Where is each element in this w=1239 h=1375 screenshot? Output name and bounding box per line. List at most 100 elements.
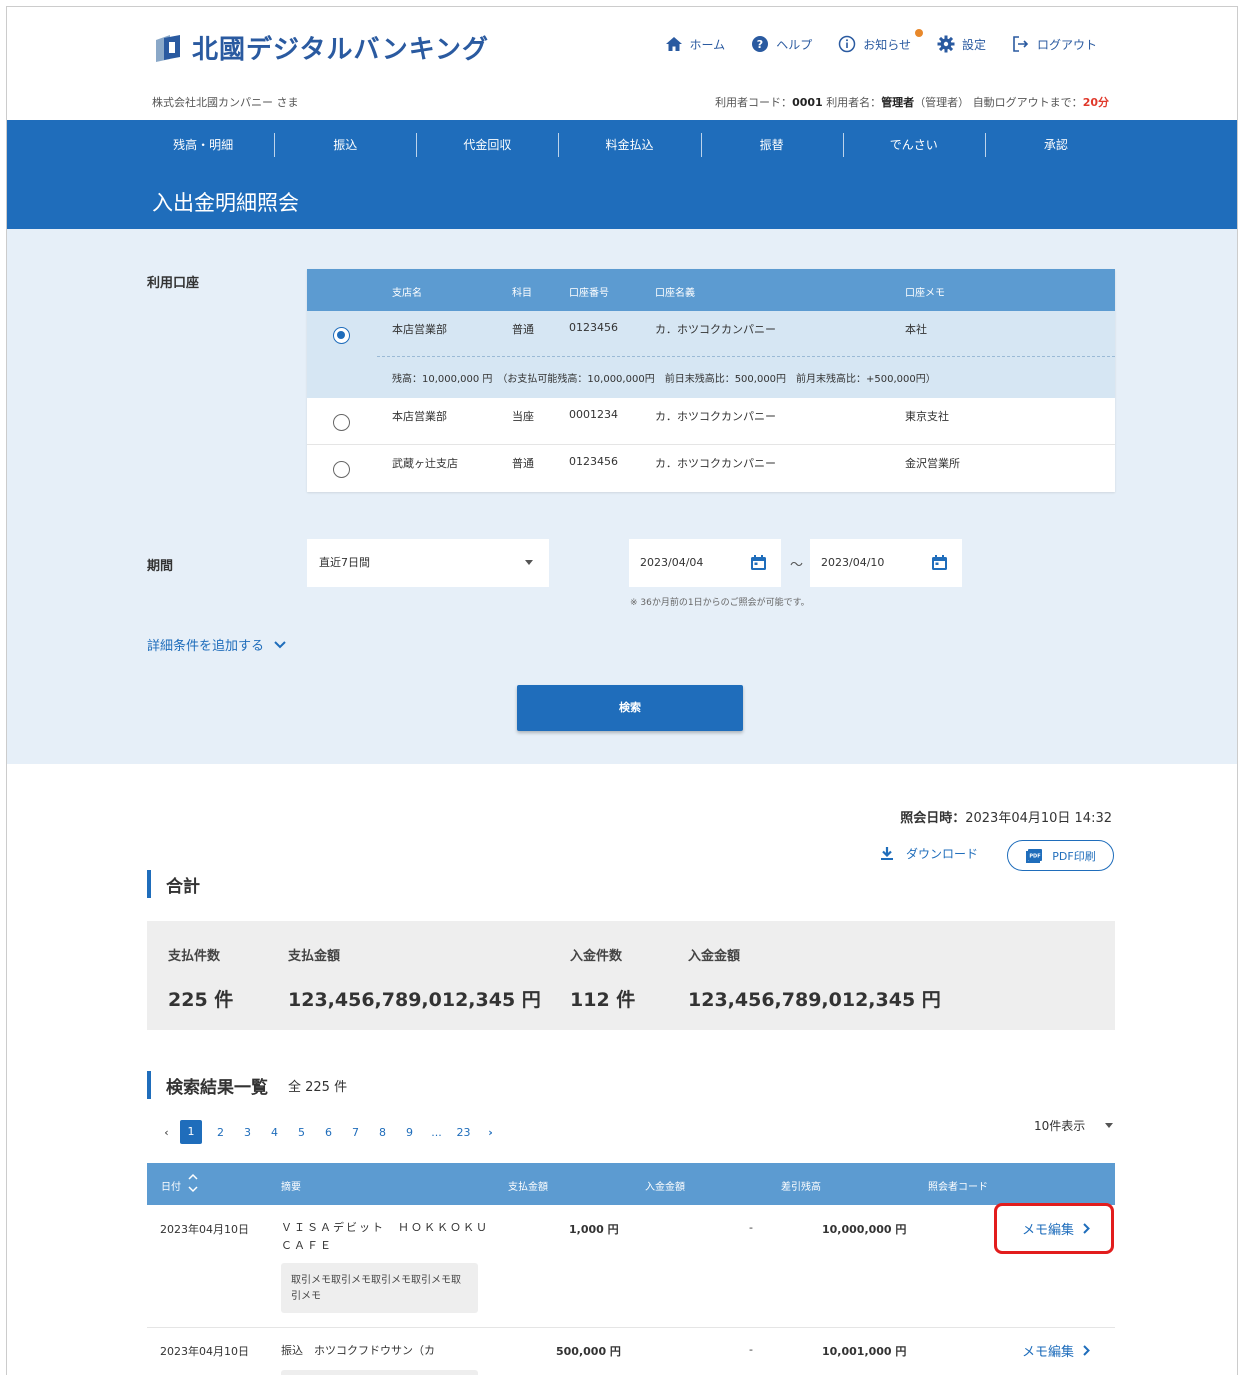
- add-detail-conditions-link[interactable]: 詳細条件を追加する: [147, 635, 286, 654]
- account-row[interactable]: 本店営業部 当座 0001234 カ．ホツコクカンパニー 東京支社: [307, 398, 1115, 445]
- highlight-frame: [994, 1203, 1114, 1254]
- per-page-select[interactable]: 10件表示: [1034, 1117, 1114, 1134]
- period-select-value: 直近7日間: [319, 556, 370, 569]
- account-branch: 武蔵ヶ辻支店: [392, 457, 458, 470]
- mainnav-transfer[interactable]: 振込: [274, 120, 416, 170]
- total-deposit-amount-label: 入金金額: [688, 949, 741, 964]
- account-row[interactable]: 武蔵ヶ辻支店 普通 0123456 カ．ホツコクカンパニー 金沢営業所: [307, 445, 1115, 492]
- chevron-down-icon: [525, 560, 533, 565]
- calendar-icon[interactable]: [750, 554, 767, 571]
- next-page-button[interactable]: ›: [477, 1126, 504, 1139]
- memo-edit-label: メモ編集: [1022, 1345, 1075, 1360]
- mainnav-payment[interactable]: 料金払込: [558, 120, 700, 170]
- account-radio[interactable]: [333, 461, 350, 478]
- page-5[interactable]: 5: [288, 1126, 315, 1139]
- download-link[interactable]: ダウンロード: [880, 845, 978, 862]
- search-form: 利用口座 支店名 科目 口座番号 口座名義 口座メモ 本店営業部 普通 0123…: [7, 229, 1237, 764]
- row-date: 2023年04月10日: [160, 1345, 249, 1358]
- logo[interactable]: 北國デジタルバンキング: [152, 29, 489, 66]
- account-memo: 本社: [905, 323, 927, 336]
- row-description: 振込 ホツコクフドウサン（カ: [281, 1344, 435, 1357]
- download-icon: [881, 847, 893, 860]
- company-name: 株式会社北國カンパニー さま: [152, 96, 299, 109]
- row-deposit: -: [749, 1343, 753, 1356]
- bank-logo-icon: [152, 32, 184, 64]
- account-row[interactable]: 本店営業部 普通 0123456 カ．ホツコクカンパニー 本社 残高：10,00…: [307, 311, 1115, 398]
- results-section-header: 検索結果一覧 全 225 件: [147, 1071, 347, 1099]
- account-radio[interactable]: [333, 327, 350, 344]
- page-frame: 北國デジタルバンキング ホーム ? ヘルプ お知らせ 設定 ログアウト 株式会社…: [6, 6, 1238, 1375]
- search-button[interactable]: 検索: [517, 685, 743, 731]
- chevron-down-icon: [1105, 1123, 1114, 1128]
- row-memo: 取引メモ取引メモ取引メモ取引メモ取引メモ: [281, 1263, 478, 1313]
- user-code: 0001: [792, 96, 823, 109]
- page-23[interactable]: 23: [450, 1126, 477, 1139]
- page-7[interactable]: 7: [342, 1126, 369, 1139]
- mainnav-collection[interactable]: 代金回収: [416, 120, 558, 170]
- mainnav-account-transfer[interactable]: 振替: [700, 120, 843, 170]
- account-number: 0001234: [569, 408, 618, 421]
- logout-icon: [1013, 36, 1029, 52]
- pdf-icon: PDF: [1026, 848, 1043, 863]
- info-icon: [838, 35, 856, 53]
- nav-help[interactable]: ? ヘルプ: [751, 35, 812, 53]
- pagination: ‹ 1 2 3 4 5 6 7 8 9 ... 23 ›: [153, 1120, 504, 1144]
- divider: [377, 356, 1115, 357]
- period-select[interactable]: 直近7日間: [307, 539, 549, 587]
- prev-page-button[interactable]: ‹: [153, 1126, 180, 1139]
- col-deposit: 入金金額: [645, 1182, 685, 1193]
- results-count: 全 225 件: [288, 1079, 348, 1095]
- account-type: 普通: [512, 323, 534, 336]
- user-role: （管理者）: [914, 96, 970, 109]
- total-deposit-count: 112 件: [570, 989, 636, 1011]
- pdf-print-button[interactable]: PDF PDF印刷: [1007, 840, 1114, 871]
- account-type: 当座: [512, 410, 534, 423]
- account-type: 普通: [512, 457, 534, 470]
- date-to-input[interactable]: 2023/04/10: [810, 539, 962, 587]
- mainnav-approval[interactable]: 承認: [984, 120, 1127, 170]
- table-row[interactable]: 2023年04月10日 振込 ホツコクフドウサン（カ 500,000 円 - 1…: [147, 1328, 1115, 1375]
- logo-text: 北國デジタルバンキング: [192, 35, 490, 65]
- mainnav-densai[interactable]: でんさい: [842, 120, 985, 170]
- auto-logout-label: 自動ログアウトまで：: [972, 96, 1083, 109]
- page-3[interactable]: 3: [234, 1126, 261, 1139]
- nav-home-label: ホーム: [689, 37, 726, 52]
- account-number: 0123456: [569, 455, 618, 468]
- nav-logout[interactable]: ログアウト: [1012, 35, 1097, 53]
- page-8[interactable]: 8: [369, 1126, 396, 1139]
- nav-help-label: ヘルプ: [776, 37, 813, 52]
- account-memo: 東京支社: [905, 410, 949, 423]
- page-1[interactable]: 1: [180, 1120, 202, 1144]
- row-balance: 10,001,000 円: [822, 1345, 907, 1358]
- mainnav-balance[interactable]: 残高・明細: [132, 120, 274, 170]
- account-number: 0123456: [569, 321, 618, 334]
- section-bar: [147, 870, 151, 898]
- calendar-icon[interactable]: [931, 554, 948, 571]
- balance-info: 残高：10,000,000 円 （お支払可能残高：10,000,000円 前日末…: [392, 374, 936, 385]
- page-2[interactable]: 2: [207, 1126, 234, 1139]
- date-to-value: 2023/04/10: [821, 556, 885, 569]
- per-page-value: 10件表示: [1034, 1119, 1086, 1133]
- total-pay-count: 225 件: [168, 989, 234, 1011]
- section-bar: [147, 1071, 151, 1099]
- account-radio[interactable]: [333, 414, 350, 431]
- col-type: 科目: [512, 288, 532, 299]
- page-4[interactable]: 4: [261, 1126, 288, 1139]
- nav-notice[interactable]: お知らせ: [838, 29, 923, 53]
- page-6[interactable]: 6: [315, 1126, 342, 1139]
- nav-home[interactable]: ホーム: [665, 35, 726, 53]
- col-payment: 支払金額: [508, 1182, 548, 1193]
- date-from-input[interactable]: 2023/04/04: [629, 539, 781, 587]
- nav-logout-label: ログアウト: [1036, 37, 1097, 52]
- nav-settings[interactable]: 設定: [937, 35, 986, 53]
- nav-settings-label: 設定: [961, 37, 986, 52]
- page-9[interactable]: 9: [396, 1126, 423, 1139]
- col-date[interactable]: 日付: [161, 1178, 181, 1193]
- sort-icon[interactable]: [187, 1171, 199, 1195]
- row-date: 2023年04月10日: [160, 1223, 249, 1236]
- memo-edit-link[interactable]: メモ編集: [1022, 1341, 1090, 1360]
- table-row[interactable]: 2023年04月10日 ＶＩＳＡデビット ＨＯＫＫＯＫＵ ＣＡＦＥ 取引メモ取引…: [147, 1205, 1115, 1325]
- pdf-label: PDF印刷: [1052, 849, 1096, 863]
- account-holder: カ．ホツコクカンパニー: [655, 410, 776, 423]
- account-branch: 本店営業部: [392, 323, 447, 336]
